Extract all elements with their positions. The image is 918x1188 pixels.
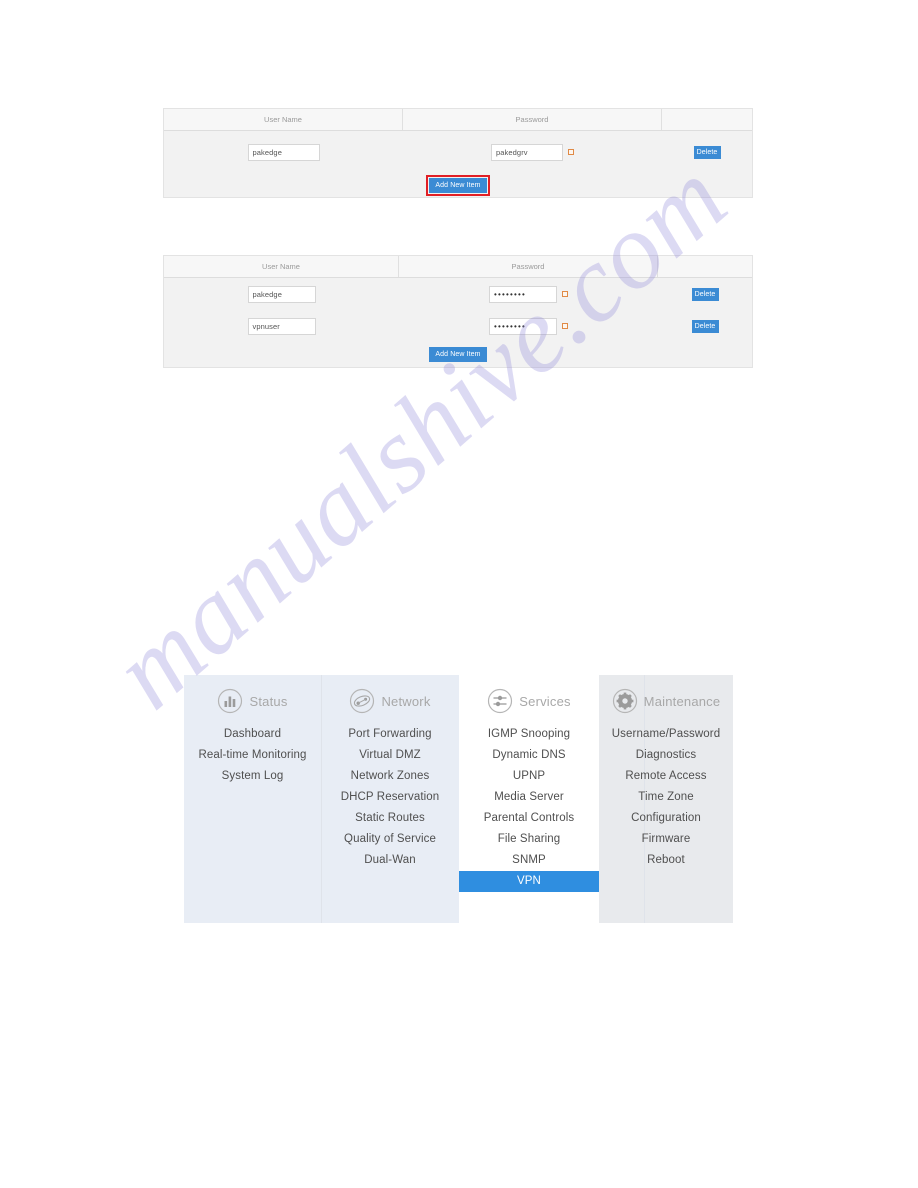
gear-icon [612,688,637,714]
nav-item-dashboard[interactable]: Dashboard [184,724,321,745]
username-cell: vpnuser [164,317,399,335]
column-header-username: User Name [164,256,399,277]
nav-column-status: Status Dashboard Real-time Monitoring Sy… [184,675,321,923]
annotation-highlight-box: Add New Item [426,174,490,196]
nav-item-list: Username/Password Diagnostics Remote Acc… [599,724,733,871]
nav-item-static-routes[interactable]: Static Routes [321,808,459,829]
table-row: vpnuser •••••••• Delete [164,310,752,342]
nav-item-time-zone[interactable]: Time Zone [599,787,733,808]
nav-item-dhcp-reservation[interactable]: DHCP Reservation [321,787,459,808]
nav-item-igmp-snooping[interactable]: IGMP Snooping [459,724,599,745]
nav-item-list: IGMP Snooping Dynamic DNS UPNP Media Ser… [459,724,599,892]
nav-item-snmp[interactable]: SNMP [459,850,599,871]
nav-item-port-forwarding[interactable]: Port Forwarding [321,724,459,745]
show-password-checkbox[interactable] [568,149,574,155]
column-header-password: Password [403,109,662,130]
password-cell: •••••••• [399,285,658,303]
nav-item-real-time-monitoring[interactable]: Real-time Monitoring [184,745,321,766]
password-input[interactable]: pakedgrv [491,143,563,161]
network-globe-icon [350,688,375,714]
nav-column-maintenance: Maintenance Username/Password Diagnostic… [599,675,733,923]
nav-column-title: Services [519,693,571,709]
username-input[interactable]: pakedge [247,285,316,303]
table-body: pakedge •••••••• Delete vpnuser ••••••••… [164,278,752,367]
vpn-users-table-multi: User Name Password pakedge •••••••• Dele… [163,255,753,368]
watermark-text: manualshive.com [91,137,749,732]
show-password-checkbox[interactable] [562,323,568,329]
sliders-icon [488,688,513,714]
nav-column-header: Network [349,687,430,715]
delete-button[interactable]: Delete [691,319,719,333]
column-header-actions [662,109,752,130]
table-header-row: User Name Password [164,256,752,278]
bar-chart-icon [218,688,243,714]
nav-item-media-server[interactable]: Media Server [459,787,599,808]
table-row: pakedge pakedgrv Delete [164,131,752,173]
add-new-item-button[interactable]: Add New Item [429,177,487,193]
nav-item-reboot[interactable]: Reboot [599,850,733,871]
table-row: pakedge •••••••• Delete [164,278,752,310]
table-body: pakedge pakedgrv Delete Add New Item [164,131,752,197]
nav-item-firmware[interactable]: Firmware [599,829,733,850]
show-password-checkbox[interactable] [562,291,568,297]
navigation-menu: Status Dashboard Real-time Monitoring Sy… [184,675,733,923]
add-new-item-row: Add New Item [164,342,752,367]
username-cell: pakedge [164,143,403,161]
actions-cell: Delete [658,319,752,333]
nav-item-dual-wan[interactable]: Dual-Wan [321,850,459,871]
nav-item-parental-controls[interactable]: Parental Controls [459,808,599,829]
nav-item-virtual-dmz[interactable]: Virtual DMZ [321,745,459,766]
actions-cell: Delete [658,287,752,301]
nav-item-file-sharing[interactable]: File Sharing [459,829,599,850]
nav-column-services: Services IGMP Snooping Dynamic DNS UPNP … [459,675,599,923]
password-cell: •••••••• [399,317,658,335]
nav-column-header: Maintenance [612,687,721,715]
delete-button[interactable]: Delete [691,287,719,301]
nav-item-remote-access[interactable]: Remote Access [599,766,733,787]
vpn-users-table-single: User Name Password pakedge pakedgrv Dele… [163,108,753,198]
delete-button[interactable]: Delete [693,145,721,159]
add-new-item-button[interactable]: Add New Item [429,347,487,362]
nav-item-system-log[interactable]: System Log [184,766,321,787]
add-new-item-row: Add New Item [164,173,752,197]
nav-item-vpn[interactable]: VPN [459,871,599,892]
nav-item-network-zones[interactable]: Network Zones [321,766,459,787]
nav-item-list: Dashboard Real-time Monitoring System Lo… [184,724,321,787]
column-header-actions [658,256,752,277]
table-header-row: User Name Password [164,109,752,131]
nav-column-title: Status [249,693,288,709]
nav-item-username-password[interactable]: Username/Password [599,724,733,745]
nav-item-diagnostics[interactable]: Diagnostics [599,745,733,766]
nav-column-header: Services [487,687,571,715]
nav-item-dynamic-dns[interactable]: Dynamic DNS [459,745,599,766]
nav-item-configuration[interactable]: Configuration [599,808,733,829]
nav-item-list: Port Forwarding Virtual DMZ Network Zone… [321,724,459,871]
password-cell: pakedgrv [403,143,662,161]
actions-cell: Delete [662,145,752,159]
column-header-password: Password [399,256,658,277]
nav-item-quality-of-service[interactable]: Quality of Service [321,829,459,850]
nav-column-title: Maintenance [643,693,721,709]
username-input[interactable]: vpnuser [247,317,316,335]
nav-column-network: Network Port Forwarding Virtual DMZ Netw… [321,675,459,923]
password-input[interactable]: •••••••• [489,317,557,335]
password-input[interactable]: •••••••• [489,285,557,303]
username-cell: pakedge [164,285,399,303]
nav-column-header: Status [217,687,287,715]
username-input[interactable]: pakedge [247,143,320,161]
column-header-username: User Name [164,109,403,130]
nav-item-upnp[interactable]: UPNP [459,766,599,787]
nav-column-title: Network [381,693,431,709]
